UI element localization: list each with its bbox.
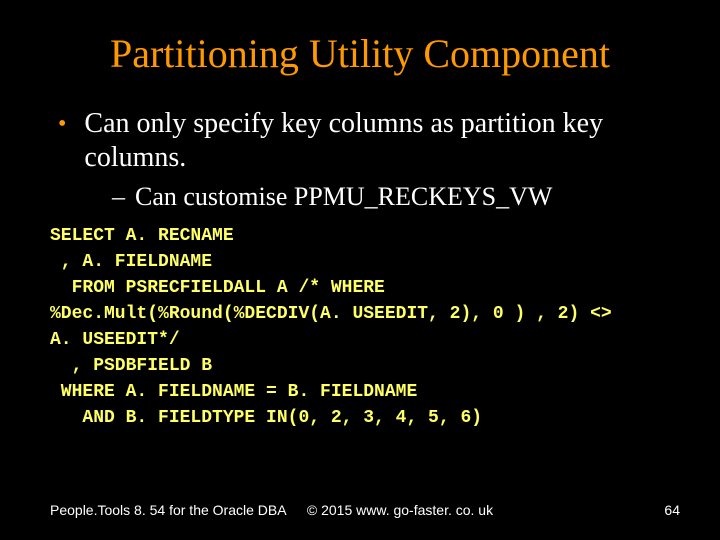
code-block: SELECT A. RECNAME , A. FIELDNAME FROM PS…: [50, 219, 670, 431]
bullet-item: • Can only specify key columns as partit…: [50, 107, 670, 175]
slide-content: • Can only specify key columns as partit…: [0, 87, 720, 431]
dash-marker-icon: –: [112, 181, 125, 213]
subbullet-item: – Can customise PPMU_RECKEYS_VW: [50, 181, 670, 213]
slide: Partitioning Utility Component • Can onl…: [0, 0, 720, 540]
bullet-marker-icon: •: [50, 107, 66, 141]
bullet-text: Can only specify key columns as partitio…: [84, 107, 670, 175]
slide-title: Partitioning Utility Component: [0, 0, 720, 87]
footer-right: 64: [664, 502, 680, 518]
footer-center: © 2015 www. go-faster. co. uk: [80, 502, 720, 518]
subbullet-text: Can customise PPMU_RECKEYS_VW: [135, 181, 552, 213]
